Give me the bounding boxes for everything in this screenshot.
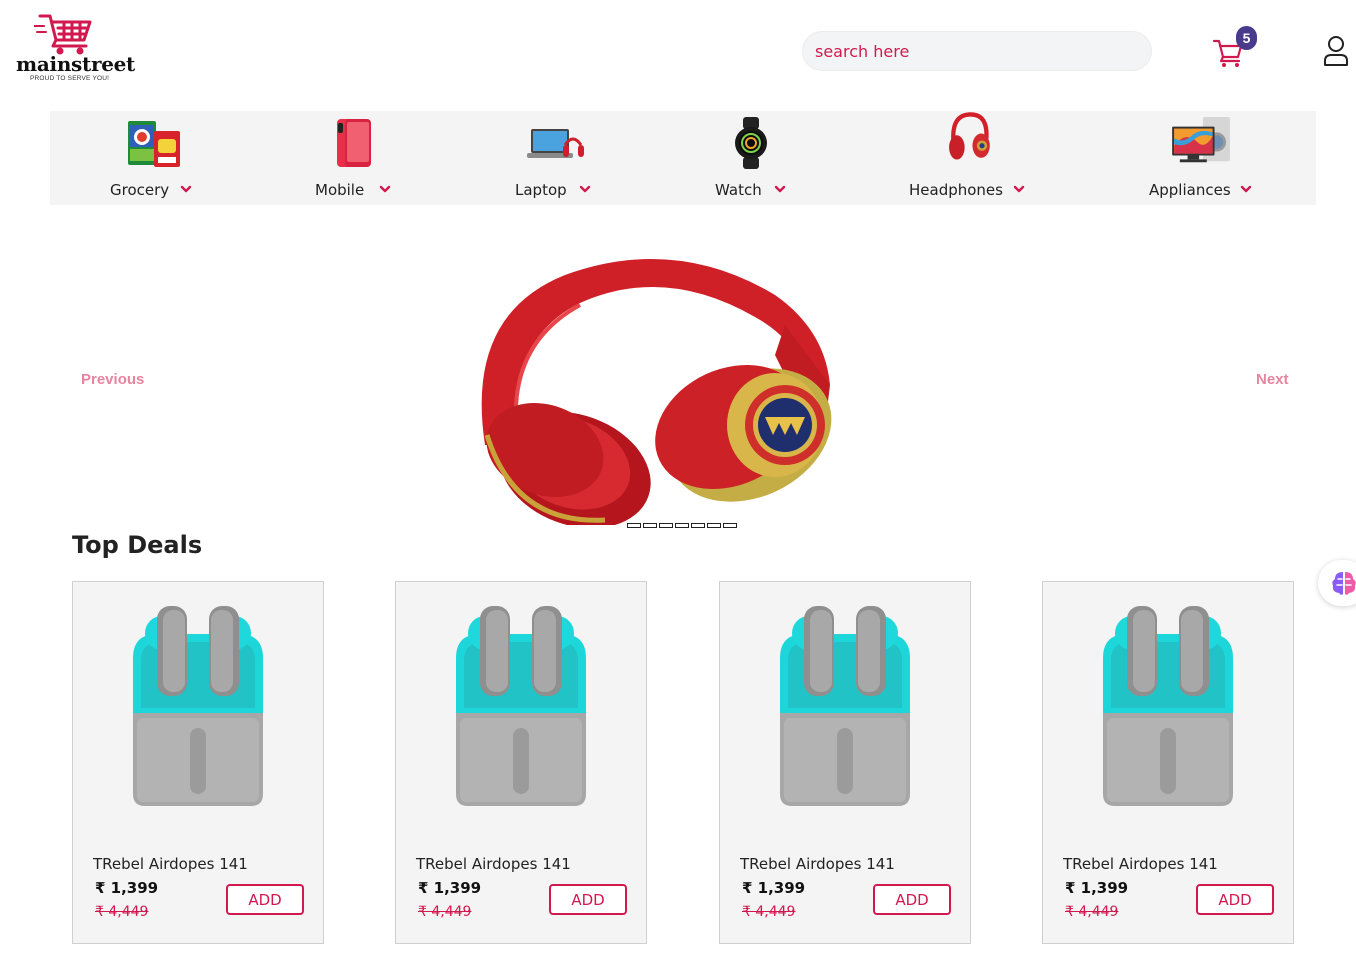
carousel-indicator[interactable]: [659, 523, 673, 528]
product-card[interactable]: TRebel Airdopes 141 ₹ 1,399 ₹ 4,449 ADD: [1042, 581, 1294, 944]
category-headphones[interactable]: Headphones: [909, 111, 1049, 205]
product-name: TRebel Airdopes 141: [416, 855, 571, 873]
grocery-image: [128, 121, 180, 167]
chevron-down-icon: [180, 185, 192, 193]
carousel-indicators: [627, 523, 737, 528]
product-card[interactable]: TRebel Airdopes 141 ₹ 1,399 ₹ 4,449 ADD: [395, 581, 647, 944]
carousel-indicator[interactable]: [723, 523, 737, 528]
product-name: TRebel Airdopes 141: [93, 855, 248, 873]
hero-headphones-image: [481, 259, 832, 525]
chevron-down-icon: [1013, 185, 1025, 193]
category-grocery[interactable]: Grocery: [110, 111, 270, 205]
product-mrp: ₹ 4,449: [742, 904, 796, 920]
product-price: ₹ 1,399: [1065, 879, 1129, 897]
product-price: ₹ 1,399: [742, 879, 806, 897]
airdopes-image: [456, 606, 586, 806]
watch-image: [735, 117, 767, 169]
category-label: Mobile: [315, 181, 365, 199]
carousel-indicator[interactable]: [643, 523, 657, 528]
add-to-cart-button[interactable]: ADD: [873, 884, 951, 915]
brand-tagline: PROUD TO SERVE YOU!: [30, 75, 110, 82]
add-to-cart-button[interactable]: ADD: [226, 884, 304, 915]
airdopes-image: [780, 606, 910, 806]
product-card[interactable]: TRebel Airdopes 141 ₹ 1,399 ₹ 4,449 ADD: [719, 581, 971, 944]
category-label: Laptop: [515, 181, 567, 199]
product-mrp: ₹ 4,449: [418, 904, 472, 920]
section-title: Top Deals: [72, 531, 203, 559]
category-laptop[interactable]: Laptop: [515, 111, 635, 205]
logo-cart-icon: [34, 14, 92, 55]
product-price: ₹ 1,399: [95, 879, 159, 897]
category-label: Grocery: [110, 181, 170, 199]
hero-carousel: Previous Next: [50, 215, 1316, 535]
add-to-cart-button[interactable]: ADD: [1196, 884, 1274, 915]
carousel-indicator[interactable]: [691, 523, 705, 528]
carousel-indicator[interactable]: [627, 523, 641, 528]
airdopes-image: [1103, 606, 1233, 806]
category-mobile[interactable]: Mobile: [315, 111, 435, 205]
cart-button[interactable]: 5: [1210, 26, 1260, 70]
carousel-next-button[interactable]: Next: [1256, 371, 1289, 388]
laptop-image: [527, 129, 584, 158]
user-icon: [1324, 36, 1348, 66]
search-input[interactable]: [802, 31, 1152, 71]
assistant-floating-button[interactable]: [1318, 560, 1356, 606]
product-name: TRebel Airdopes 141: [740, 855, 895, 873]
headphones-image: [949, 112, 990, 160]
product-name: TRebel Airdopes 141: [1063, 855, 1218, 873]
appliances-image: [1172, 117, 1230, 163]
chevron-down-icon: [579, 185, 591, 193]
chevron-down-icon: [774, 185, 786, 193]
user-account-button[interactable]: [1320, 34, 1352, 68]
airdopes-image: [133, 606, 263, 806]
category-bar: Grocery Mobile Laptop Watch Headphones A…: [50, 111, 1316, 205]
brand-logo[interactable]: mainstreet PROUD TO SERVE YOU!: [14, 12, 135, 86]
category-label: Headphones: [909, 181, 1003, 199]
cart-count-badge: 5: [1236, 26, 1257, 50]
product-mrp: ₹ 4,449: [1065, 904, 1119, 920]
product-card[interactable]: TRebel Airdopes 141 ₹ 1,399 ₹ 4,449 ADD: [72, 581, 324, 944]
add-to-cart-button[interactable]: ADD: [549, 884, 627, 915]
brand-name: mainstreet: [16, 52, 135, 76]
carousel-indicator[interactable]: [675, 523, 689, 528]
category-label: Watch: [715, 181, 762, 199]
category-appliances[interactable]: Appliances: [1149, 111, 1289, 205]
chevron-down-icon: [1240, 185, 1252, 193]
category-watch[interactable]: Watch: [715, 111, 835, 205]
mobile-image: [337, 119, 371, 167]
header: mainstreet PROUD TO SERVE YOU! 5: [0, 0, 1356, 100]
brain-icon: [1332, 572, 1356, 595]
category-label: Appliances: [1149, 181, 1231, 199]
chevron-down-icon: [379, 185, 391, 193]
product-mrp: ₹ 4,449: [95, 904, 149, 920]
carousel-previous-button[interactable]: Previous: [81, 371, 144, 388]
product-price: ₹ 1,399: [418, 879, 482, 897]
carousel-indicator[interactable]: [707, 523, 721, 528]
